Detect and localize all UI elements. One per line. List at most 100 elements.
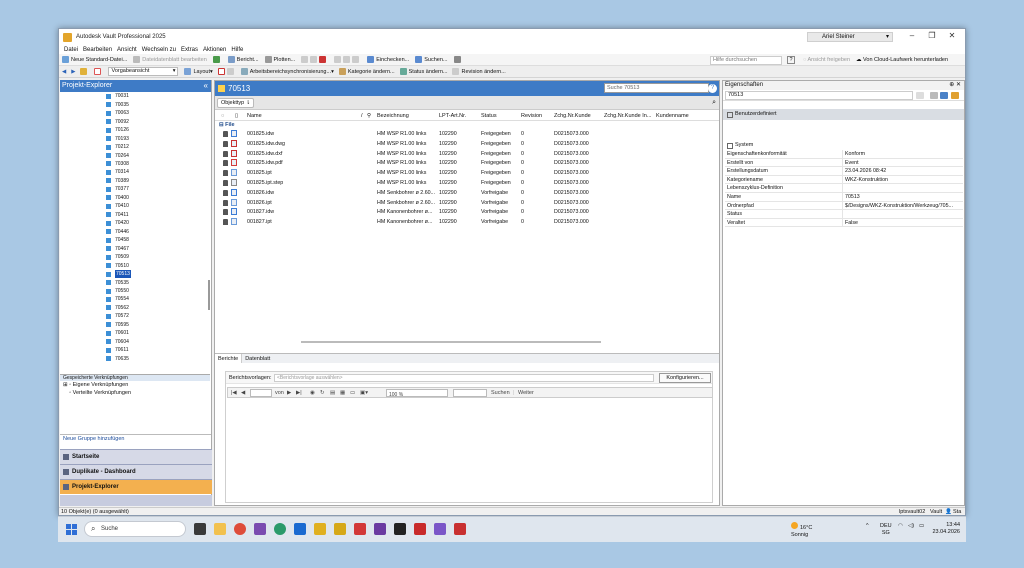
- property-row[interactable]: Lebenszyklus-Definition: [725, 184, 963, 193]
- folder-item[interactable]: 70635: [60, 355, 210, 363]
- grid-horizontal-scrollbar[interactable]: [301, 341, 601, 343]
- copy-tools[interactable]: [334, 56, 361, 63]
- nav-footer[interactable]: [60, 495, 212, 506]
- nav-project-explorer[interactable]: Projekt-Explorer: [60, 479, 212, 494]
- volume-icon[interactable]: ◁): [908, 523, 914, 530]
- file-row[interactable]: 001826.idw HM Senkbohrer ø 2.60... 102290 V…: [215, 188, 719, 198]
- property-row[interactable]: Name 70513: [725, 192, 963, 202]
- wifi-icon[interactable]: ◠: [898, 523, 903, 530]
- forward-icon[interactable]: ▶: [71, 69, 75, 75]
- folder-item[interactable]: 70509: [60, 253, 210, 261]
- help-search-input[interactable]: Hilfe durchsuchen: [710, 56, 782, 65]
- own-links-item[interactable]: ⊞ ◦ Eigene Verknüpfungen: [60, 381, 210, 389]
- property-row[interactable]: Eigenschaftenkonformität Konform: [725, 150, 963, 159]
- search-button[interactable]: Suchen...: [415, 56, 448, 63]
- folder-item[interactable]: 70314: [60, 168, 210, 176]
- stop-icon[interactable]: ◉: [310, 390, 315, 396]
- folder-item[interactable]: 70092: [60, 117, 210, 125]
- folder-item[interactable]: 70458: [60, 236, 210, 244]
- lock-column-icon[interactable]: ◌: [221, 113, 224, 119]
- help-icon[interactable]: ?: [787, 56, 795, 64]
- configure-button[interactable]: Konfigurieren...: [659, 373, 711, 383]
- find-link[interactable]: Suchen: [491, 390, 510, 396]
- file-row[interactable]: 001825.idw.pdf HM WSP R1.00 links 102290 Fr…: [215, 158, 719, 168]
- print-icon[interactable]: ▤: [330, 390, 335, 396]
- col-sort[interactable]: /: [361, 113, 363, 119]
- property-row[interactable]: Veraltet False: [725, 218, 963, 228]
- file-column-icon[interactable]: ▯: [235, 113, 238, 119]
- group-file[interactable]: ⊟ File: [215, 121, 719, 129]
- file-row[interactable]: 001825.ipt.step HM WSP R1.00 links 102290 F…: [215, 178, 719, 188]
- property-row[interactable]: Erstellt von Event: [725, 158, 963, 168]
- taskbar-search[interactable]: Suche: [84, 521, 186, 537]
- properties-object-field[interactable]: 70513: [725, 91, 913, 100]
- file-row[interactable]: 001827.ipt HM Kanonenbohrer ø... 102290 Vor…: [215, 217, 719, 227]
- menu-hilfe[interactable]: Hilfe: [231, 47, 243, 53]
- edit-icon[interactable]: [951, 92, 959, 99]
- folder-up-icon[interactable]: [80, 68, 89, 75]
- menu-extras[interactable]: Extras: [181, 47, 198, 53]
- file-row[interactable]: 001825.idw.dxf HM WSP R1.00 links 102290 Fr…: [215, 149, 719, 159]
- terminal-icon[interactable]: [394, 523, 406, 535]
- layout-button[interactable]: Layout ▾: [184, 68, 213, 75]
- group-by-object-type[interactable]: Objekttyp ⇂: [217, 97, 255, 108]
- file-row[interactable]: 001826.ipt HM Senkbohrer ø 2.60... 102290 V…: [215, 198, 719, 208]
- folder-item[interactable]: 70446: [60, 228, 210, 236]
- last-page-icon[interactable]: ▶|: [296, 390, 302, 396]
- windows-start-icon[interactable]: [66, 524, 77, 535]
- teams-icon[interactable]: [374, 523, 386, 535]
- folder-item[interactable]: 70601: [60, 329, 210, 337]
- language-indicator[interactable]: DEU SG: [880, 523, 892, 537]
- property-row[interactable]: Kategoriename WKZ-Konstruktion: [725, 175, 963, 185]
- file-row[interactable]: 001825.idw HM WSP R1.00 links 102290 Freige…: [215, 129, 719, 139]
- menu-bearbeiten[interactable]: Bearbeiten: [83, 47, 112, 53]
- autocad2-icon[interactable]: [414, 523, 426, 535]
- layout-tools[interactable]: [217, 68, 236, 75]
- plot-button[interactable]: Plotten...: [264, 56, 295, 63]
- clock[interactable]: 13:44 23.04.2026: [930, 522, 960, 536]
- tree-scrollbar[interactable]: [208, 280, 210, 310]
- new-file-button[interactable]: Neue Standard-Datei...: [62, 56, 127, 63]
- property-row[interactable]: Ordnerpfad $/Designs/WKZ-Konstruktion/Wer…: [725, 201, 963, 211]
- zoom-select[interactable]: 100 %: [386, 389, 448, 398]
- report-button[interactable]: Bericht...: [227, 56, 259, 63]
- menu-datei[interactable]: Datei: [64, 47, 78, 53]
- col-kunde[interactable]: Kundenname: [656, 113, 689, 119]
- folder-item[interactable]: 70572: [60, 312, 210, 320]
- folder-item[interactable]: 70035: [60, 100, 210, 108]
- col-name[interactable]: Name: [247, 113, 262, 119]
- add-group-link[interactable]: Neue Gruppe hinzufügen: [60, 434, 211, 442]
- system-group[interactable]: System: [725, 141, 963, 150]
- user-dropdown[interactable]: Ariel Steiner ▾: [807, 32, 893, 42]
- folder-item[interactable]: 70554: [60, 295, 210, 303]
- folder-item[interactable]: 70411: [60, 211, 210, 219]
- view-toggle-icon[interactable]: [94, 68, 103, 75]
- folder-item[interactable]: 70550: [60, 287, 210, 295]
- outlook-icon[interactable]: [294, 523, 306, 535]
- tab-datasheet[interactable]: Datenblatt: [242, 354, 273, 363]
- inventor-icon[interactable]: [314, 523, 326, 535]
- col-zchg-intern[interactable]: Zchg.Nr.Kunde In...: [604, 113, 651, 119]
- help-circle-icon[interactable]: ?: [708, 84, 717, 93]
- checkin-button[interactable]: Einchecken...: [367, 56, 409, 63]
- file-row[interactable]: 001825.idw.dwg HM WSP R1.00 links 102290 Fr…: [215, 139, 719, 149]
- folder-item[interactable]: 70126: [60, 126, 210, 134]
- change-status-button[interactable]: Status ändern...: [399, 68, 447, 75]
- file-row[interactable]: 001827.idw HM Kanonenbohrer ø... 102290 Vor…: [215, 207, 719, 217]
- minimize-icon[interactable]: –: [905, 31, 919, 40]
- page-setup-icon[interactable]: ▭: [350, 390, 355, 396]
- onenote-icon[interactable]: [254, 523, 266, 535]
- edge-icon[interactable]: [274, 523, 286, 535]
- file-explorer-icon[interactable]: [214, 523, 226, 535]
- field-dropdown-icon[interactable]: [916, 92, 924, 99]
- folder-item[interactable]: 70400: [60, 194, 210, 202]
- folder-item[interactable]: 70513: [60, 270, 210, 279]
- menu-wechseln-zu[interactable]: Wechseln zu: [142, 47, 176, 53]
- find-input[interactable]: [453, 389, 487, 397]
- change-category-button[interactable]: Kategorie ändern...: [338, 68, 395, 75]
- refresh-report-icon[interactable]: ↻: [320, 390, 325, 396]
- col-bezeichnung[interactable]: Bezeichnung: [377, 113, 409, 119]
- folder-item[interactable]: 70611: [60, 346, 210, 354]
- plus-icon[interactable]: [940, 92, 948, 99]
- folder-item[interactable]: 70510: [60, 261, 210, 269]
